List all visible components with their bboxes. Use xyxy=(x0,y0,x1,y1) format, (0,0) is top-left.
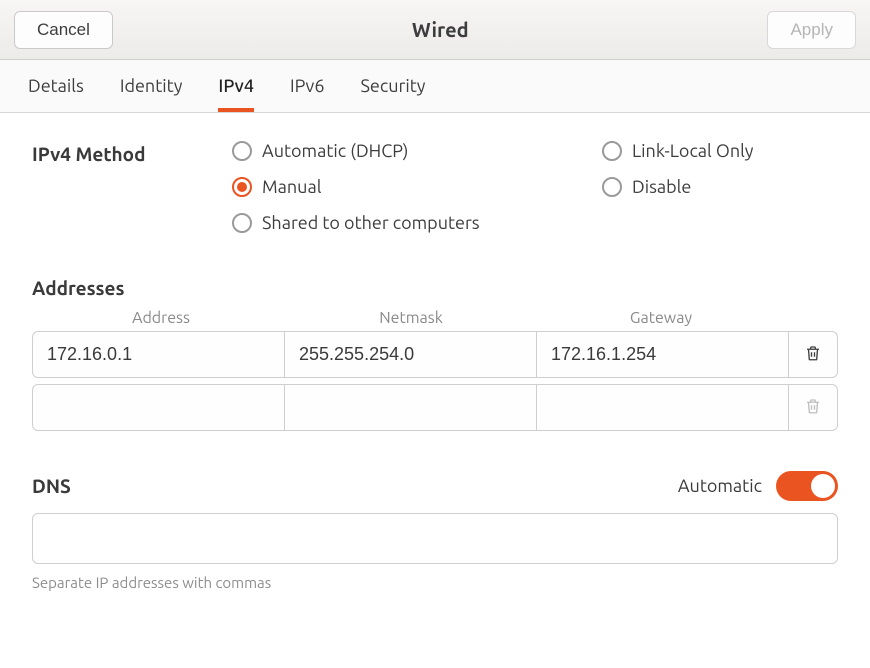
radio-label: Manual xyxy=(262,177,321,197)
address-row xyxy=(32,384,838,431)
trash-icon xyxy=(804,396,822,420)
ipv4-method-options: Automatic (DHCP) Link-Local Only Manual … xyxy=(232,141,753,233)
dns-header: DNS Automatic xyxy=(32,471,838,501)
delete-row-button[interactable] xyxy=(789,332,837,377)
col-netmask: Netmask xyxy=(286,309,536,327)
dns-automatic-group: Automatic xyxy=(678,471,838,501)
radio-label: Link-Local Only xyxy=(632,141,753,161)
addresses-title: Addresses xyxy=(32,277,838,299)
radio-shared[interactable]: Shared to other computers xyxy=(232,213,582,233)
content-area: IPv4 Method Automatic (DHCP) Link-Local … xyxy=(0,113,870,591)
gateway-input[interactable] xyxy=(537,332,788,377)
apply-button[interactable]: Apply xyxy=(767,11,856,49)
dns-hint: Separate IP addresses with commas xyxy=(32,574,838,591)
col-address: Address xyxy=(36,309,286,327)
trash-icon xyxy=(804,343,822,367)
address-input[interactable] xyxy=(33,332,284,377)
col-delete-spacer xyxy=(786,309,834,327)
tab-identity[interactable]: Identity xyxy=(120,60,183,112)
netmask-input[interactable] xyxy=(285,385,536,430)
col-gateway: Gateway xyxy=(536,309,786,327)
addresses-section: Addresses Address Netmask Gateway xyxy=(32,277,838,431)
radio-link-local[interactable]: Link-Local Only xyxy=(602,141,753,161)
dns-section: DNS Automatic Separate IP addresses with… xyxy=(32,471,838,591)
radio-icon xyxy=(602,177,622,197)
addresses-header: Address Netmask Gateway xyxy=(32,309,838,327)
tab-details[interactable]: Details xyxy=(28,60,84,112)
dns-automatic-label: Automatic xyxy=(678,476,762,496)
radio-disable[interactable]: Disable xyxy=(602,177,753,197)
radio-icon xyxy=(232,177,252,197)
delete-row-button[interactable] xyxy=(789,385,837,430)
netmask-input[interactable] xyxy=(285,332,536,377)
dns-input[interactable] xyxy=(32,513,838,564)
radio-label: Shared to other computers xyxy=(262,213,480,233)
address-row xyxy=(32,331,838,378)
tab-ipv4[interactable]: IPv4 xyxy=(218,60,254,112)
cancel-button[interactable]: Cancel xyxy=(14,11,113,49)
window-title: Wired xyxy=(412,18,469,41)
tab-bar: Details Identity IPv4 IPv6 Security xyxy=(0,60,870,113)
radio-icon xyxy=(602,141,622,161)
address-input[interactable] xyxy=(33,385,284,430)
dns-title: DNS xyxy=(32,475,71,497)
dns-automatic-switch[interactable] xyxy=(776,471,838,501)
radio-label: Automatic (DHCP) xyxy=(262,141,408,161)
header-bar: Cancel Wired Apply xyxy=(0,0,870,60)
radio-automatic-dhcp[interactable]: Automatic (DHCP) xyxy=(232,141,582,161)
tab-security[interactable]: Security xyxy=(361,60,426,112)
ipv4-method-section: IPv4 Method Automatic (DHCP) Link-Local … xyxy=(32,141,838,233)
switch-knob xyxy=(811,474,835,498)
ipv4-method-label: IPv4 Method xyxy=(32,141,232,165)
radio-icon xyxy=(232,141,252,161)
radio-label: Disable xyxy=(632,177,691,197)
tab-ipv6[interactable]: IPv6 xyxy=(290,60,325,112)
gateway-input[interactable] xyxy=(537,385,788,430)
radio-icon xyxy=(232,213,252,233)
radio-manual[interactable]: Manual xyxy=(232,177,582,197)
